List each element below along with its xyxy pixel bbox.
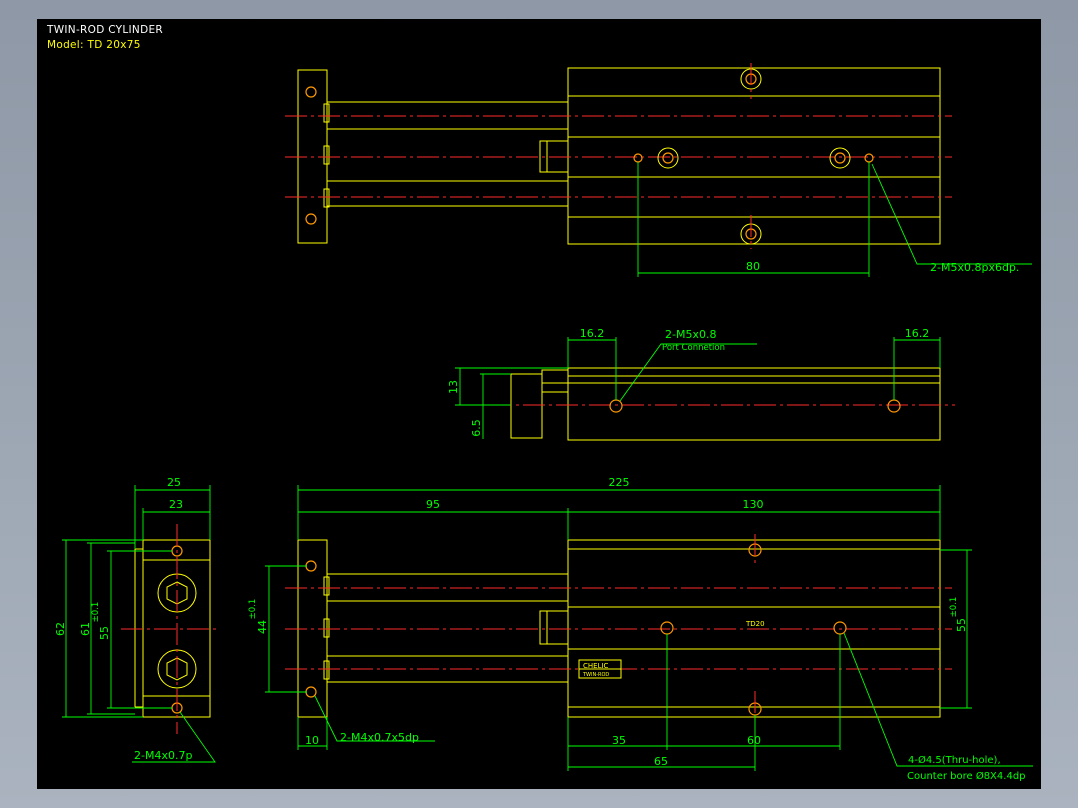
counterbore-hole: [657, 147, 679, 169]
dim-55-right: 55: [955, 618, 968, 632]
plate-mark: TWIN-ROD: [582, 672, 609, 678]
thru-hole: [660, 621, 674, 635]
dim-tol: ±0.1: [91, 602, 101, 623]
port-hole: [887, 399, 901, 413]
drawing-canvas: TWIN-ROD CYLINDER Model: TD 20x75 80 2-M…: [37, 19, 1041, 789]
dim-60: 60: [747, 734, 761, 747]
dim-44-tol: ±0.1: [248, 599, 258, 620]
dim-port: 2-M5x0.8: [665, 328, 716, 341]
dim-6-5: 6.5: [470, 419, 483, 437]
dim-25: 25: [167, 476, 181, 489]
dim-note-2: Counter bore Ø8X4.4dp: [907, 770, 1026, 782]
port-hole: [609, 399, 623, 413]
dim-note-1: 4-Ø4.5(Thru-hole),: [908, 754, 1001, 766]
brand-mark: CHELIC: [583, 662, 609, 670]
dim-13: 13: [447, 380, 460, 394]
end-view: 25 23 62 61 55 ±0.1 2-M4x0.7p: [54, 476, 219, 763]
dim-55-tol: ±0.1: [949, 597, 959, 618]
side-view: 16.2 16.2 2-M5x0.8 Port Connetion 13 6.5: [447, 327, 955, 441]
dim-65: 65: [654, 755, 668, 768]
dim-44: 44: [256, 620, 269, 634]
dim-23: 23: [169, 498, 183, 511]
side-body: [567, 367, 941, 441]
dim-port-sub: Port Connetion: [662, 343, 725, 353]
dim-95: 95: [426, 498, 440, 511]
hole: [305, 213, 317, 225]
counterbore-hole: [829, 147, 851, 169]
dim-62: 62: [54, 622, 67, 636]
dim-10: 10: [305, 734, 319, 747]
top-view: 80 2-M5x0.8px6dp.: [285, 63, 1032, 277]
dim-55: 55: [98, 626, 111, 640]
dim-35: 35: [612, 734, 626, 747]
dim-80: 80: [746, 260, 760, 273]
thru-hole: [833, 621, 847, 635]
top-body: [567, 67, 941, 245]
dim-note-side: 2-M4x0.7p: [134, 749, 192, 762]
hole: [305, 86, 317, 98]
dim-16-2-left: 16.2: [580, 327, 605, 340]
dim-16-2-right: 16.2: [905, 327, 930, 340]
dim-130: 130: [743, 498, 764, 511]
cad-drawing: 80 2-M5x0.8px6dp. 16.2 16.2 2-M5x0.8 Por…: [54, 63, 1033, 782]
model-mark: TD20: [745, 620, 765, 628]
dim-61: 61: [79, 622, 92, 636]
dim-225: 225: [609, 476, 630, 489]
bottom-view: TD20 CHELIC TWIN-ROD 225 95 130 44 ±0.1: [248, 476, 1033, 782]
dim-m4: 2-M4x0.7x5dp: [340, 731, 419, 744]
dim-note-top: 2-M5x0.8px6dp.: [930, 261, 1019, 274]
